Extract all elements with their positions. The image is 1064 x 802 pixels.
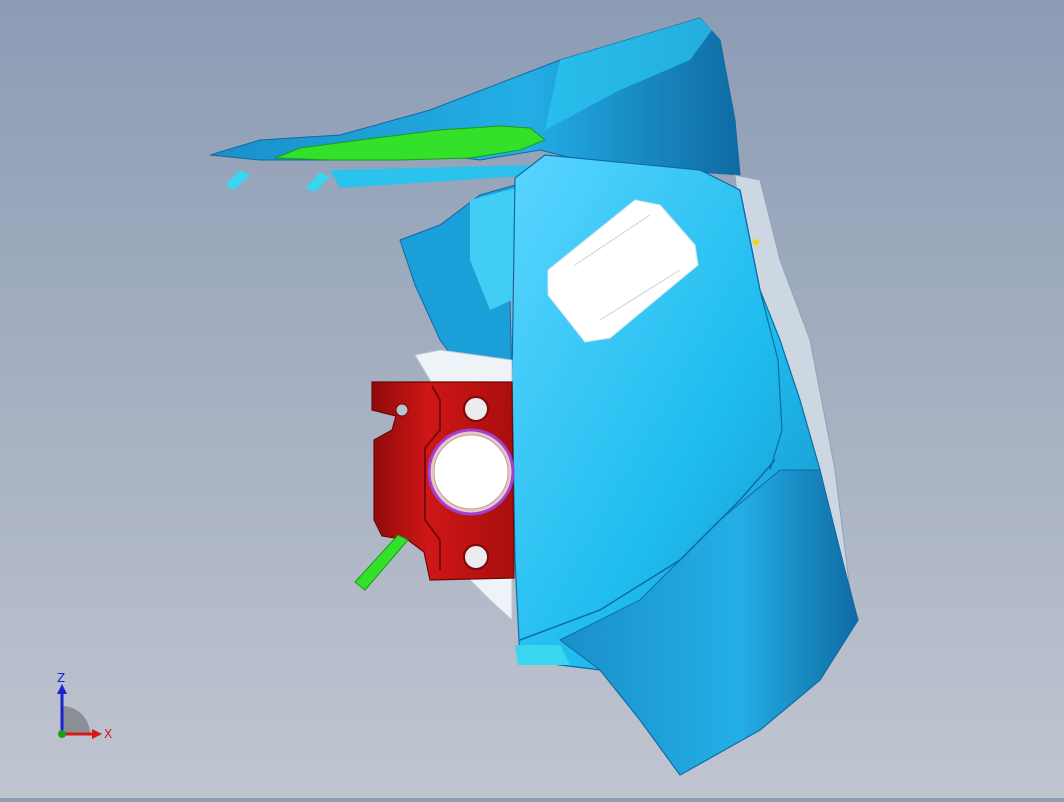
bracket-slot-hole — [395, 403, 409, 417]
bolt-hole-top — [463, 396, 489, 422]
thin-ledge — [330, 165, 540, 188]
center-bore — [433, 434, 509, 510]
cad-model[interactable] — [0, 0, 1064, 798]
z-axis-arrow — [57, 684, 67, 694]
clip-left-2 — [305, 172, 330, 192]
triad-quadrant — [62, 706, 90, 734]
bolt-hole-bottom — [463, 544, 489, 570]
clip-left-1 — [225, 170, 250, 190]
coordinate-triad: Z X — [40, 671, 130, 752]
rail-marker — [753, 239, 759, 245]
x-axis-label: X — [104, 727, 112, 741]
z-axis-label: Z — [57, 672, 65, 685]
y-axis-dot — [58, 730, 66, 738]
green-rod — [354, 534, 409, 591]
3d-viewport[interactable]: Z X — [0, 0, 1064, 798]
x-axis-arrow — [92, 729, 102, 739]
